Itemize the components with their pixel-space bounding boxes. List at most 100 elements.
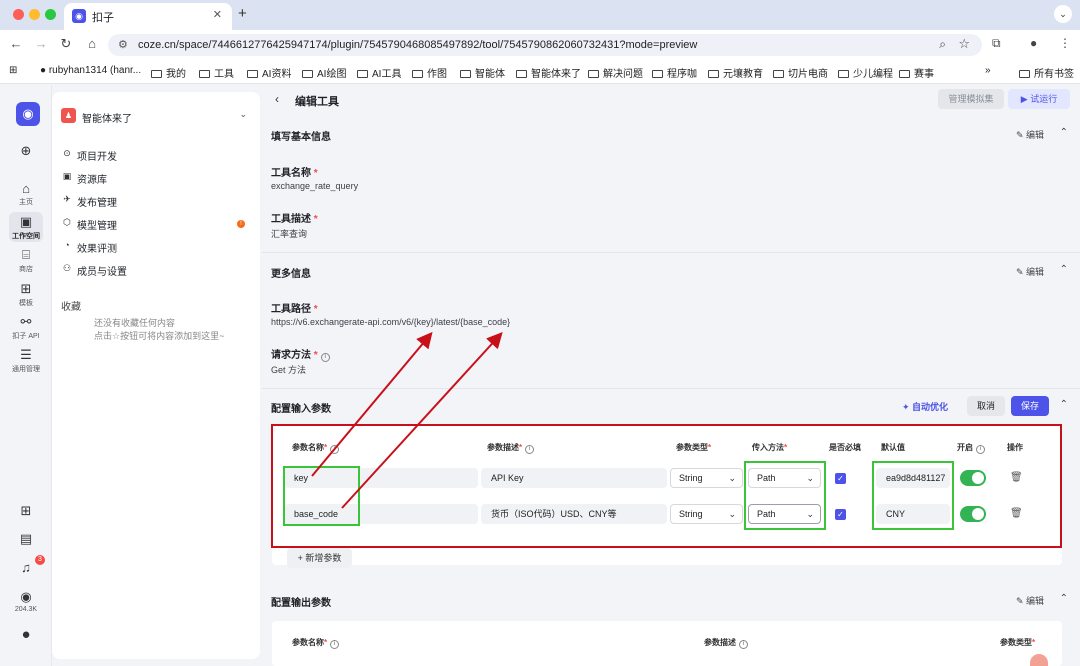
auto-optimize-button[interactable]: ✦ 自动优化 <box>902 400 948 413</box>
manage-mock-button[interactable]: 管理模拟集 <box>938 89 1004 109</box>
browser-menu-icon[interactable]: ⋮ <box>1059 36 1071 50</box>
param-name-input[interactable]: base_code <box>284 504 478 524</box>
rail-workspace[interactable]: ▣ 工作空间 <box>0 214 52 241</box>
rail-api[interactable]: ⚯ 扣子 API <box>0 314 52 341</box>
bookmark-folder[interactable]: 智能体来了 <box>516 65 581 80</box>
menu-item-members[interactable]: ⚇ 成员与设置 <box>61 261 251 279</box>
tab-search-icon[interactable]: ⌄ <box>1054 5 1072 23</box>
close-tab-icon[interactable]: ✕ <box>213 8 222 21</box>
assistant-avatar[interactable] <box>1030 654 1048 666</box>
back-arrow-icon[interactable]: ← <box>8 36 24 51</box>
site-settings-icon[interactable]: ⚙ <box>118 38 128 51</box>
zoom-window-button[interactable] <box>45 9 56 20</box>
bookmark-folder[interactable]: AI工具 <box>357 65 401 80</box>
browser-tab[interactable]: ◉ 扣子 ✕ <box>64 3 232 30</box>
bookmark-folder[interactable]: AI资料 <box>247 65 291 80</box>
rail-home[interactable]: ⌂ 主页 <box>0 181 52 207</box>
plus-circle-icon: ⊕ <box>20 143 32 158</box>
address-bar[interactable]: ⚙ coze.cn/space/7446612776425947174/plug… <box>108 34 982 56</box>
param-desc-input[interactable]: API Key <box>481 468 667 488</box>
edit-more-button[interactable]: ✎ 编辑 <box>1016 265 1044 278</box>
info-icon[interactable]: i <box>330 640 340 649</box>
minimize-window-button[interactable] <box>29 9 40 20</box>
home-icon[interactable]: ⌂ <box>84 36 100 51</box>
rail-points[interactable]: ◉ 204.3K <box>0 589 52 613</box>
rail-qrcode[interactable]: ⊞ <box>0 503 52 519</box>
coze-logo-icon[interactable]: ◉ <box>16 102 40 126</box>
save-button[interactable]: 保存 <box>1011 396 1049 416</box>
collapse-chevron-icon[interactable]: ⌃ <box>1060 593 1068 604</box>
bookmark-folder[interactable]: 元壤教育 <box>708 65 763 80</box>
param-name-input[interactable]: key <box>284 468 478 488</box>
bookmark-folder[interactable]: AI绘图 <box>302 65 346 80</box>
create-button[interactable]: ⊕ <box>0 143 52 159</box>
bookmark-label: AI工具 <box>372 69 402 80</box>
menu-item-publish[interactable]: ✈ 发布管理 <box>61 192 251 210</box>
test-run-button[interactable]: ▶ 试运行 <box>1008 89 1070 109</box>
rail-template[interactable]: ⊞ 模板 <box>0 281 52 308</box>
collapse-chevron-icon[interactable]: ⌃ <box>1060 127 1068 138</box>
close-window-button[interactable] <box>13 9 24 20</box>
forward-arrow-icon[interactable]: → <box>33 36 49 51</box>
col-header-actions: 操作 <box>1007 443 1023 452</box>
profile-avatar[interactable]: ● <box>1030 36 1037 50</box>
bookmarks-bar: ⊞ ● rubyhan1314 (hanr... 我的 工具 AI资料 AI绘图… <box>0 60 1080 84</box>
edit-output-button[interactable]: ✎ 编辑 <box>1016 594 1044 607</box>
param-desc-input[interactable]: 货币（ISO代码）USD、CNY等 <box>481 504 667 524</box>
bookmark-github[interactable]: ● rubyhan1314 (hanr... <box>40 65 141 76</box>
cancel-button[interactable]: 取消 <box>967 396 1005 416</box>
info-icon[interactable]: i <box>525 445 535 454</box>
zoom-icon[interactable]: ⌕ <box>939 37 946 52</box>
bookmark-label: 切片电商 <box>788 69 828 80</box>
bookmark-folder[interactable]: 赛事 <box>899 65 934 80</box>
collapse-chevron-icon[interactable]: ⌃ <box>1060 399 1068 410</box>
reload-icon[interactable]: ↻ <box>58 36 74 52</box>
bookmark-folder[interactable]: 作图 <box>412 65 447 80</box>
param-method-select[interactable]: Path ⌄ <box>748 504 821 524</box>
bookmark-folder[interactable]: 我的 <box>151 65 186 80</box>
rail-docs[interactable]: ▤ <box>0 531 52 547</box>
param-type-select[interactable]: String ⌄ <box>670 468 743 488</box>
new-tab-icon[interactable]: + <box>238 5 247 22</box>
info-icon[interactable]: i <box>320 353 330 362</box>
folder-icon <box>773 70 784 78</box>
extensions-icon[interactable]: ⧉ <box>992 36 1001 51</box>
bookmark-star-icon[interactable]: ☆ <box>958 36 970 52</box>
required-checkbox[interactable]: ✓ <box>835 509 846 520</box>
rail-store[interactable]: ⌸ 商店 <box>0 247 52 274</box>
apps-grid-icon[interactable]: ⊞ <box>9 65 17 76</box>
bookmark-folder[interactable]: 程序咖 <box>652 65 697 80</box>
all-bookmarks-folder[interactable]: 所有书签 <box>1019 65 1074 80</box>
bookmark-label: AI资料 <box>262 69 292 80</box>
collapse-chevron-icon[interactable]: ⌃ <box>1060 264 1068 275</box>
bookmark-folder[interactable]: 智能体 <box>460 65 505 80</box>
menu-item-library[interactable]: ▣ 资源库 <box>61 169 251 187</box>
edit-label: 编辑 <box>1025 267 1044 277</box>
param-method-select[interactable]: Path ⌄ <box>748 468 821 488</box>
bookmark-folder[interactable]: 切片电商 <box>773 65 828 80</box>
menu-item-evaluation[interactable]: ◔ 效果评测 <box>61 238 251 256</box>
add-param-button[interactable]: + 新增参数 <box>287 548 352 568</box>
back-chevron-icon[interactable]: ‹ <box>275 92 279 106</box>
param-type-select[interactable]: String ⌄ <box>670 504 743 524</box>
param-default-input[interactable]: CNY <box>876 504 950 524</box>
param-default-input[interactable]: ea9d8d481127 <box>876 468 950 488</box>
bookmark-folder[interactable]: 工具 <box>199 65 234 80</box>
delete-trash-icon[interactable]: 🗑 <box>1010 472 1023 483</box>
info-icon[interactable]: i <box>739 640 748 649</box>
bookmark-folder[interactable]: 少儿编程 <box>838 65 893 80</box>
rail-admin[interactable]: ☰ 通用管理 <box>0 347 52 374</box>
required-checkbox[interactable]: ✓ <box>835 473 846 484</box>
menu-item-projects[interactable]: ⊙ 项目开发 <box>61 146 251 164</box>
user-avatar[interactable]: ● <box>0 626 52 643</box>
bookmarks-overflow[interactable]: » <box>985 65 991 76</box>
bookmark-folder[interactable]: 解决问题 <box>588 65 643 80</box>
space-switcher[interactable]: ♟ 智能体来了 ⌄ <box>61 108 251 125</box>
delete-trash-icon[interactable]: 🗑 <box>1010 508 1023 519</box>
edit-basic-button[interactable]: ✎ 编辑 <box>1016 128 1044 141</box>
enable-toggle[interactable] <box>960 470 986 486</box>
info-icon[interactable]: i <box>330 445 340 454</box>
menu-item-models[interactable]: ⬡ 模型管理! <box>61 215 251 233</box>
info-icon[interactable]: i <box>976 445 985 454</box>
enable-toggle[interactable] <box>960 506 986 522</box>
